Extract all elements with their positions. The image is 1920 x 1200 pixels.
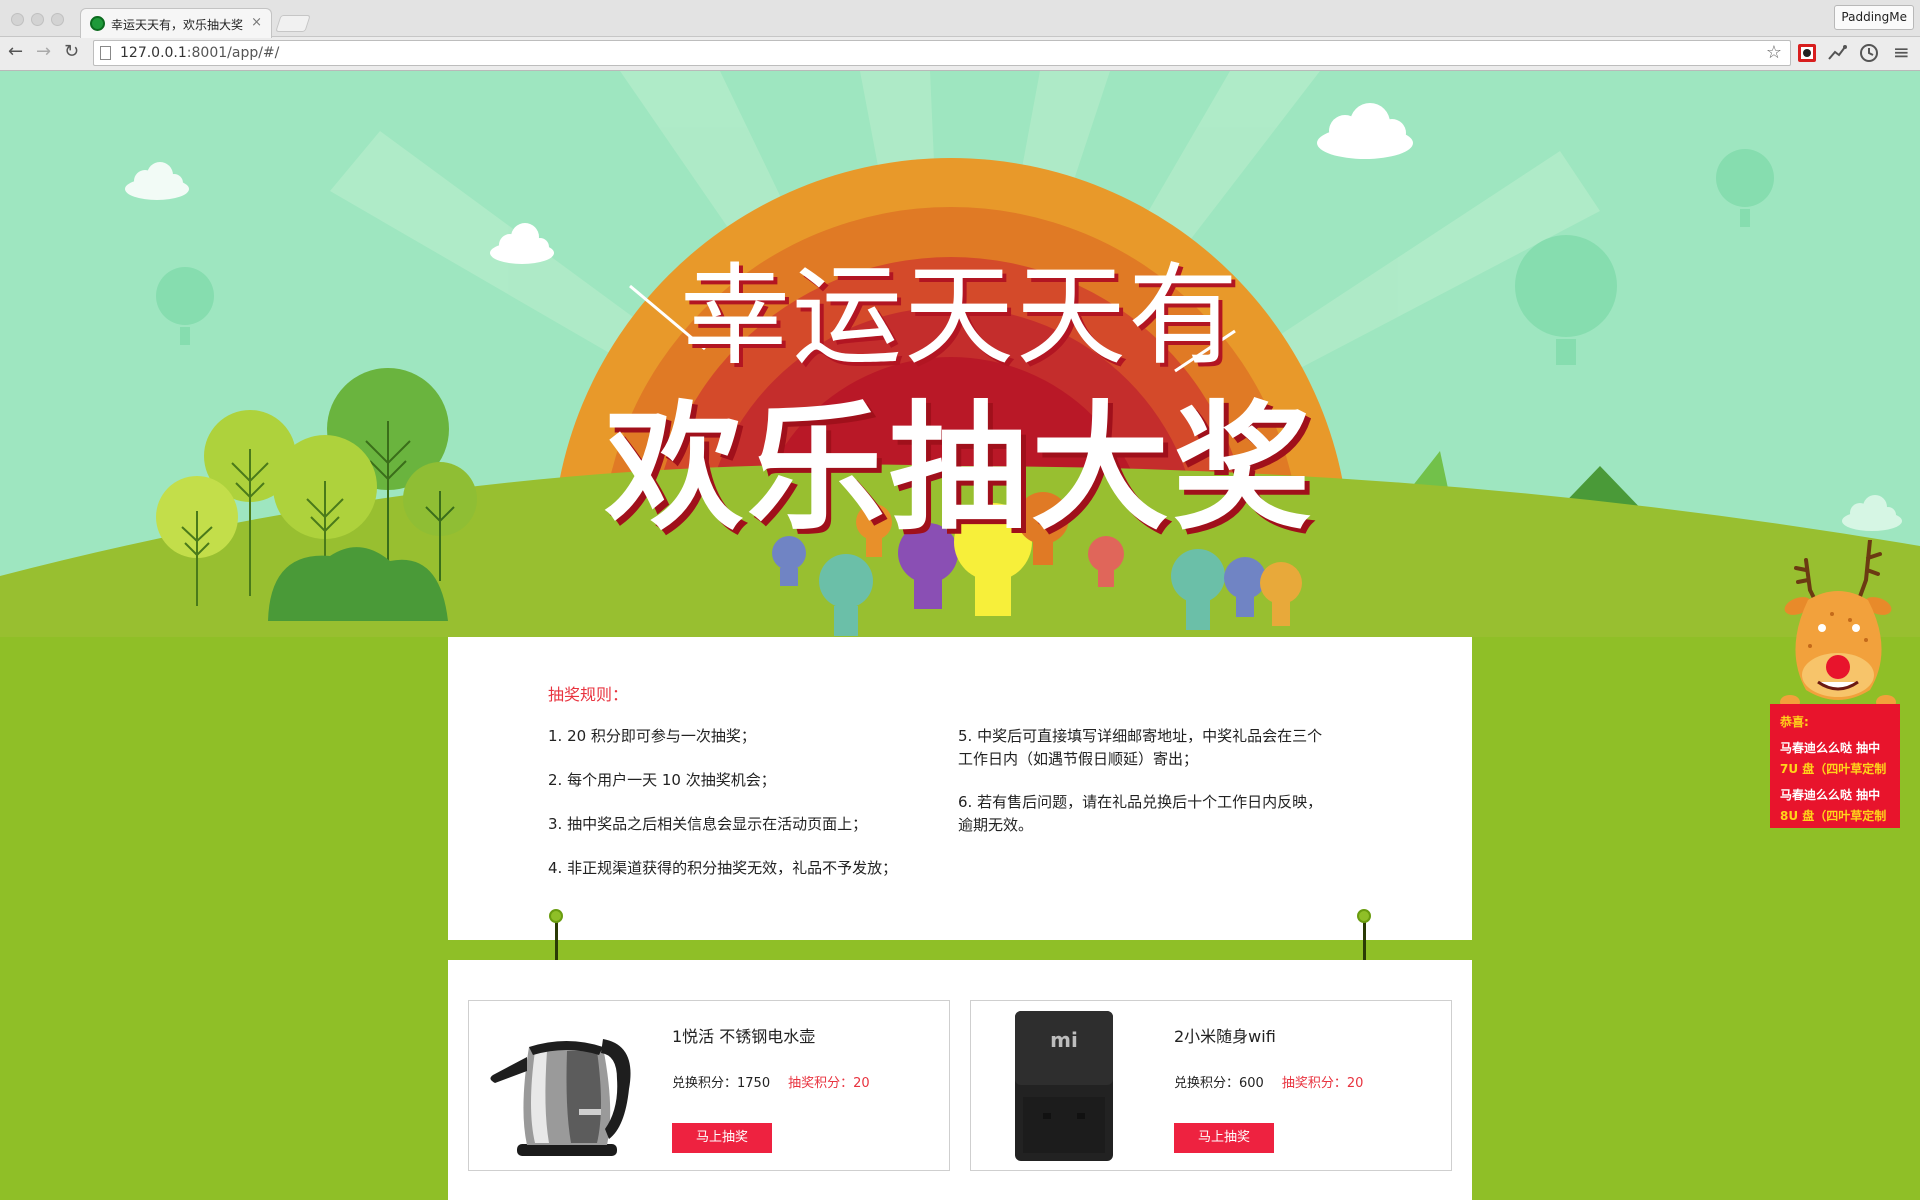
record-extension-icon[interactable] [1797,43,1817,63]
winner-user: 马春迪么么哒 抽中 [1780,741,1881,755]
address-bar[interactable]: 127.0.0.1:8001/app/#/ ☆ [93,40,1791,66]
rope-knob [549,909,563,923]
cloud-icon [125,162,189,200]
tab-active[interactable]: 幸运天天有，欢乐抽大奖 × [80,8,272,38]
lottery-points-label: 抽奖积分： [788,1076,854,1091]
winner-prize: 8U 盘（四叶草定制 [1780,809,1887,823]
prize-name: 1悦活 不锈钢电水壶 [672,1027,816,1046]
rule-item: 2. 每个用户一天 10 次抽奖机会； [548,771,776,789]
rule-item: 5. 中奖后可直接填写详细邮寄地址，中奖礼品会在三个工作日内（如遇节假日顺延）寄… [958,727,1323,768]
rules-panel: 抽奖规则： 1. 20 积分即可参与一次抽奖； 2. 每个用户一天 10 次抽奖… [448,637,1472,940]
url-host: 127.0.0.1 [120,45,187,61]
exchange-points-label: 兑换积分： [1174,1076,1240,1091]
exchange-points-value: 600 [1239,1076,1264,1091]
draw-now-button[interactable]: 马上抽奖 [1174,1123,1274,1153]
reload-icon[interactable]: ↻ [64,43,79,61]
draw-now-button[interactable]: 马上抽奖 [672,1123,772,1153]
tab-title: 幸运天天有，欢乐抽大奖 [111,18,244,32]
rule-item: 4. 非正规渠道获得的积分抽奖无效，礼品不予发放； [548,859,898,877]
cloud-icon [1317,103,1413,159]
rule-item: 3. 抽中奖品之后相关信息会显示在活动页面上； [548,815,868,833]
rules-left-column: 1. 20 积分即可参与一次抽奖； 2. 每个用户一天 10 次抽奖机会； 3.… [548,725,938,901]
kettle-image [490,1039,631,1156]
zoom-window-button[interactable] [51,13,64,26]
speed-extension-icon[interactable] [1827,43,1847,63]
svg-text:mi: mi [1050,1028,1078,1052]
prize-card: mi 2小米随身wifi 兑换积分：600 抽奖积分：20 马上抽奖 [970,1000,1452,1171]
winner-user: 马春迪么么哒 抽中 [1780,788,1881,802]
tab-close-icon[interactable]: × [251,15,262,30]
hero-title-line2: 欢乐抽大奖 [604,388,1315,549]
site-favicon-icon [90,16,105,31]
url-path: :8001/app/#/ [186,45,280,61]
prize-points: 兑换积分：600 抽奖积分：20 [1174,1072,1363,1091]
lottery-points: 抽奖积分：20 [788,1076,870,1091]
balloon-icon [1716,149,1774,227]
prize-name: 2小米随身wifi [1174,1027,1276,1046]
rule-item: 6. 若有售后问题，请在礼品兑换后十个工作日内反映，逾期无效。 [958,793,1323,834]
winners-title: 恭喜: [1780,715,1809,729]
forward-icon[interactable]: → [36,43,51,61]
menu-icon[interactable]: ≡ [1893,42,1910,62]
history-extension-icon[interactable] [1859,43,1879,63]
rope-knob [1357,909,1371,923]
lottery-points-label: 抽奖积分： [1281,1076,1347,1091]
close-window-button[interactable] [11,13,24,26]
green-divider [448,940,1472,960]
prize-list: 1悦活 不锈钢电水壶 兑换积分：1750 抽奖积分：20 马上抽奖 mi 2小米随… [448,960,1472,1200]
hero-banner: 幸运天天有 欢乐抽大奖 [0,71,1920,637]
rule-item: 1. 20 积分即可参与一次抽奖； [548,727,756,745]
winners-banner: 恭喜: 马春迪么么哒 抽中 7U 盘（四叶草定制 马春迪么么哒 抽中 8U 盘（… [1770,704,1900,828]
minimize-window-button[interactable] [31,13,44,26]
mi-wifi-image: mi [1015,1011,1113,1161]
winner-prize: 7U 盘（四叶草定制 [1780,762,1887,776]
lottery-points-value: 20 [853,1076,870,1091]
rules-heading: 抽奖规则： [548,685,629,704]
new-tab-button[interactable] [275,15,311,32]
rules-right-column: 5. 中奖后可直接填写详细邮寄地址，中奖礼品会在三个工作日内（如遇节假日顺延）寄… [958,725,1328,857]
back-icon[interactable]: ← [8,43,23,61]
prize-card: 1悦活 不锈钢电水壶 兑换积分：1750 抽奖积分：20 马上抽奖 [468,1000,950,1171]
lottery-points: 抽奖积分：20 [1282,1076,1364,1091]
lottery-points-value: 20 [1346,1076,1364,1091]
browser-chrome: 幸运天天有，欢乐抽大奖 × PaddingMe ← → ↻ 127.0.0.1:… [0,0,1920,71]
exchange-points-value: 1750 [737,1076,771,1091]
exchange-points-label: 兑换积分： [672,1076,738,1091]
prize-points: 兑换积分：1750 抽奖积分：20 [672,1072,870,1091]
url-text: 127.0.0.1:8001/app/#/ [120,45,279,61]
bookmark-star-icon[interactable]: ☆ [1766,42,1782,63]
page-icon [100,46,111,60]
profile-button[interactable]: PaddingMe [1834,5,1914,30]
tab-bar: 幸运天天有，欢乐抽大奖 × PaddingMe [0,0,1920,38]
